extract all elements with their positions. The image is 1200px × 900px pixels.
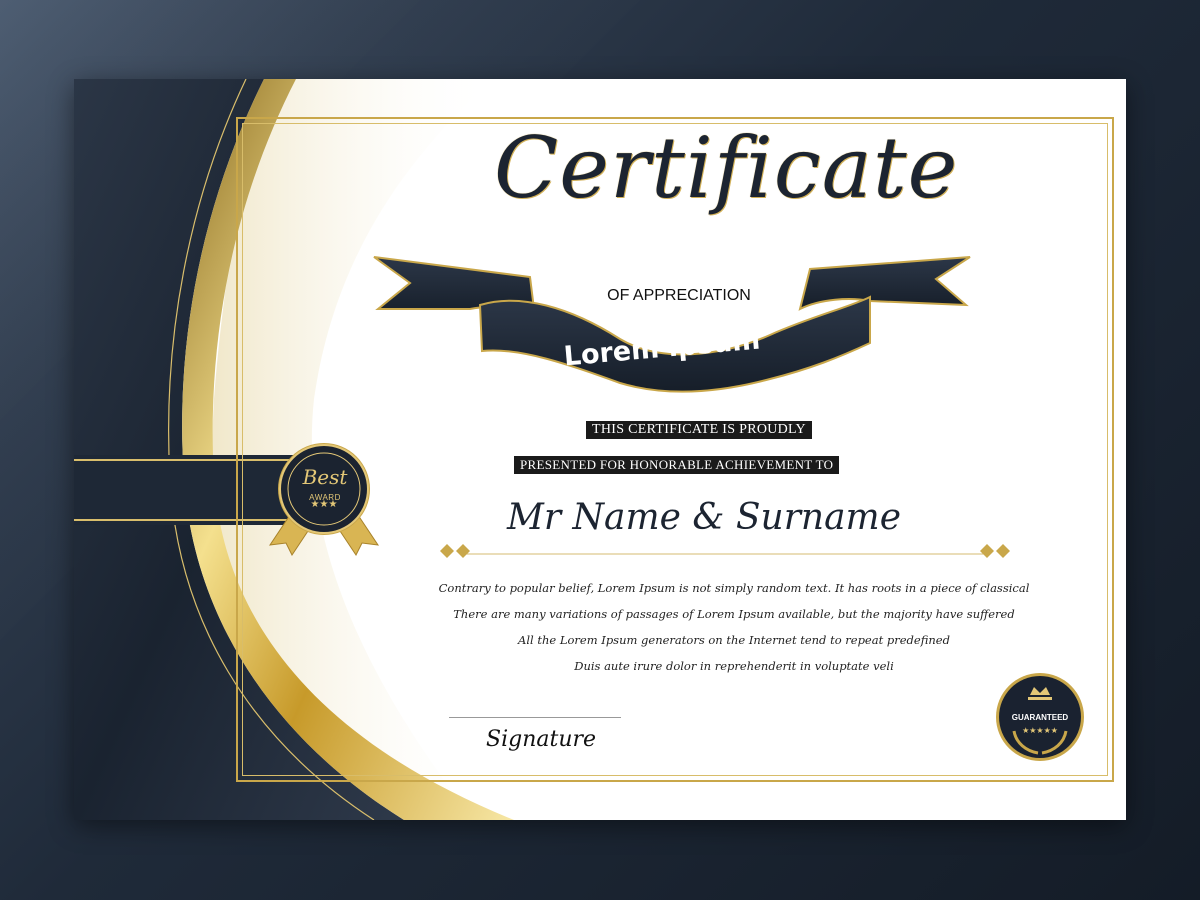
certificate-title: Certificate — [494, 119, 959, 217]
certificate-body: Contrary to popular belief, Lorem Ipsum … — [424, 575, 1044, 679]
best-award-seal-icon: ★★★ — [268, 443, 380, 556]
recipient-name: Mr Name & Surname — [507, 497, 901, 538]
body-line: All the Lorem Ipsum generators on the In… — [518, 633, 950, 647]
body-line: Duis aute irure dolor in reprehenderit i… — [574, 659, 894, 673]
best-badge-text: Best — [302, 465, 348, 489]
certificate-card: Certificate OF APPRECIATION Lorem ipsum … — [74, 79, 1126, 820]
signature-label: Signature — [486, 727, 597, 752]
presentation-line-2: PRESENTED FOR HONORABLE ACHIEVEMENT TO — [514, 456, 840, 474]
signature-line — [449, 717, 621, 718]
svg-text:★★★★★: ★★★★★ — [1022, 726, 1058, 735]
body-line: There are many variations of passages of… — [453, 607, 1015, 621]
presentation-line-1: THIS CERTIFICATE IS PROUDLY — [586, 421, 812, 439]
ornamental-divider — [440, 544, 1010, 558]
guaranteed-badge-text: GUARANTEED — [1011, 713, 1069, 722]
award-badge-text: AWARD — [309, 493, 341, 502]
body-line: Contrary to popular belief, Lorem Ipsum … — [438, 581, 1030, 595]
certificate-subtitle: OF APPRECIATION — [607, 287, 751, 304]
title-ribbon — [373, 256, 971, 393]
